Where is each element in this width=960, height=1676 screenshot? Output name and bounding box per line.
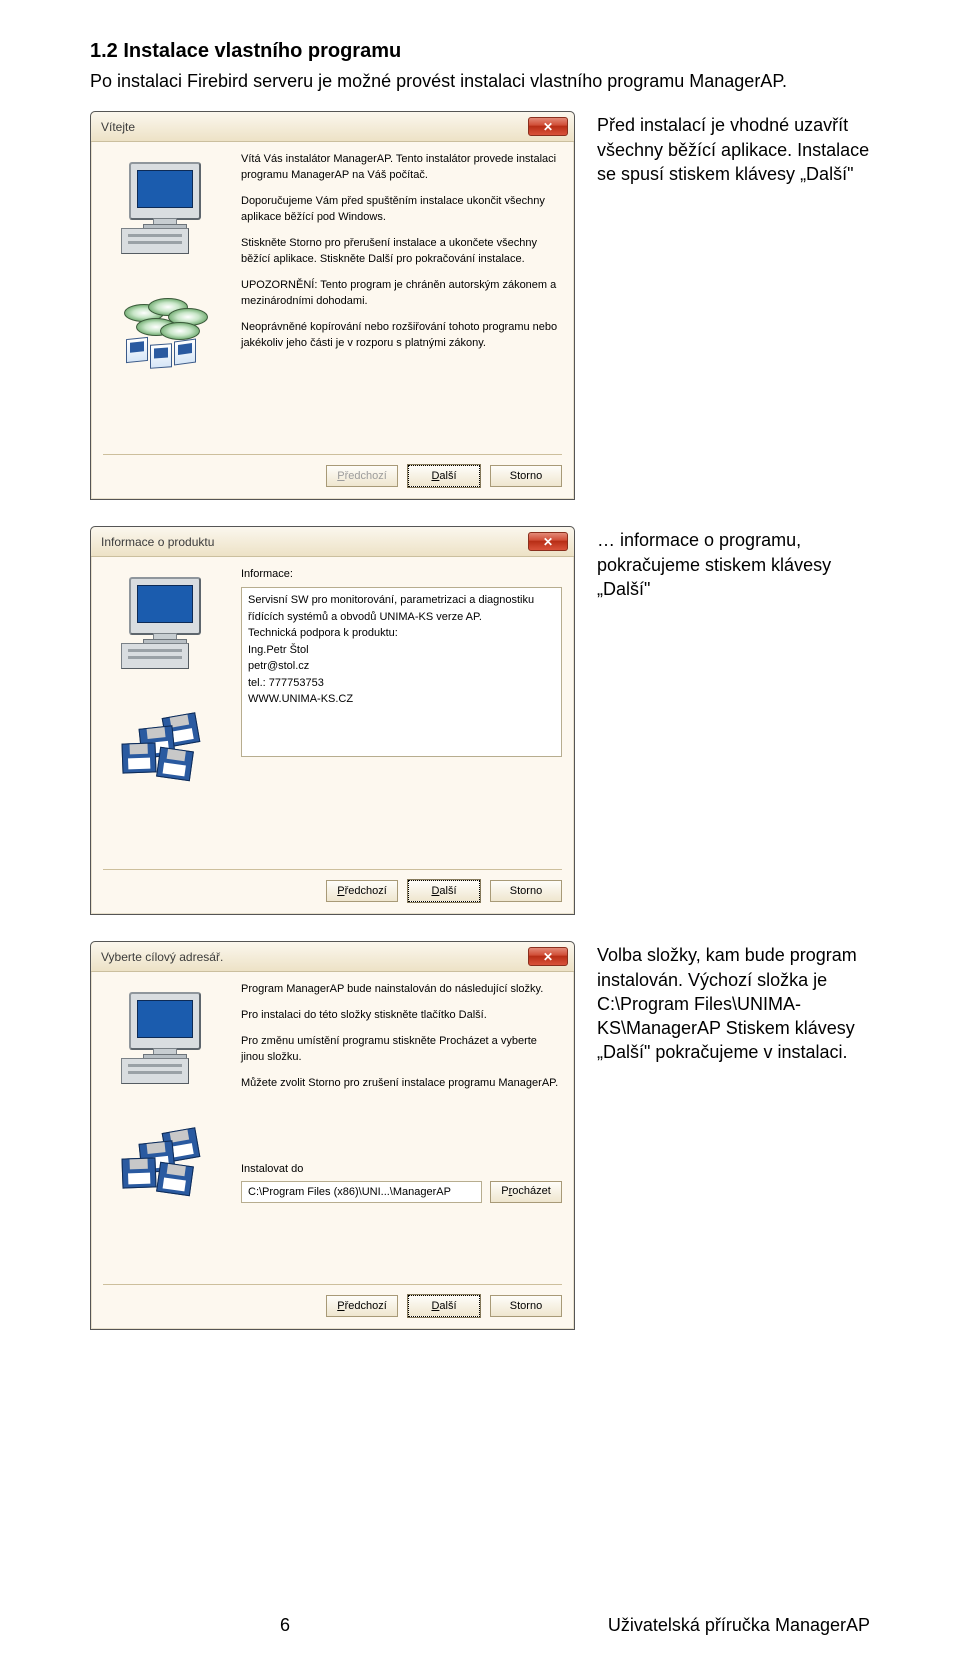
- cd-pile-icon: [122, 298, 212, 378]
- prev-button: Předchozí: [326, 465, 398, 487]
- dialog-title: Vyberte cílový adresář.: [101, 950, 528, 964]
- prev-button[interactable]: Předchozí: [326, 880, 398, 902]
- step-caption: Volba složky, kam bude program instalová…: [597, 941, 870, 1064]
- dest-text: Pro změnu umístění programu stiskněte Pr…: [241, 1034, 562, 1066]
- titlebar: Vítejte ✕: [91, 112, 574, 142]
- page-number: 6: [90, 1615, 480, 1636]
- titlebar: Vyberte cílový adresář. ✕: [91, 942, 574, 972]
- dialog-button-row: Předchozí Další Storno: [91, 455, 574, 499]
- step-caption: … informace o programu, pokračujeme stis…: [597, 526, 870, 601]
- install-to-label: Instalovat do: [241, 1162, 482, 1178]
- section-heading: 1.2 Instalace vlastního programu: [90, 40, 870, 63]
- next-button[interactable]: Další: [408, 880, 480, 902]
- close-icon[interactable]: ✕: [528, 532, 568, 551]
- computer-icon: [119, 988, 215, 1088]
- cancel-button[interactable]: Storno: [490, 880, 562, 902]
- installer-dialog-welcome: Vítejte ✕ Vítá Vás instalátor ManagerAP.…: [90, 111, 575, 500]
- dest-text: Pro instalaci do této složky stiskněte t…: [241, 1008, 562, 1024]
- installer-dialog-destination: Vyberte cílový adresář. ✕ Program Manage…: [90, 941, 575, 1330]
- next-button[interactable]: Další: [408, 465, 480, 487]
- step-caption: Před instalací je vhodné uzavřít všechny…: [597, 111, 870, 186]
- info-textbox[interactable]: Servisní SW pro monitorování, parametriz…: [241, 587, 562, 757]
- floppy-pile-icon: [122, 713, 212, 793]
- step-row-1: Vítejte ✕ Vítá Vás instalátor ManagerAP.…: [90, 111, 870, 500]
- page-footer: 6 Uživatelská příručka ManagerAP: [90, 1615, 870, 1636]
- browse-button[interactable]: Procházet: [490, 1181, 562, 1203]
- computer-icon: [119, 573, 215, 673]
- info-label: Informace:: [241, 567, 562, 583]
- doc-title-footer: Uživatelská příručka ManagerAP: [480, 1615, 870, 1636]
- cancel-button[interactable]: Storno: [490, 465, 562, 487]
- install-path-field[interactable]: C:\Program Files (x86)\UNI...\ManagerAP: [241, 1181, 482, 1203]
- close-icon[interactable]: ✕: [528, 947, 568, 966]
- dialog-button-row: Předchozí Další Storno: [91, 1285, 574, 1329]
- titlebar: Informace o produktu ✕: [91, 527, 574, 557]
- next-button[interactable]: Další: [408, 1295, 480, 1317]
- step-row-2: Informace o produktu ✕ Informace: Se: [90, 526, 870, 915]
- close-icon[interactable]: ✕: [528, 117, 568, 136]
- step-row-3: Vyberte cílový adresář. ✕ Program Manage…: [90, 941, 870, 1330]
- dest-text: Můžete zvolit Storno pro zrušení instala…: [241, 1076, 562, 1092]
- computer-icon: [119, 158, 215, 258]
- floppy-pile-icon: [122, 1128, 212, 1208]
- dialog-title: Informace o produktu: [101, 535, 528, 549]
- cancel-button[interactable]: Storno: [490, 1295, 562, 1317]
- dialog-title: Vítejte: [101, 120, 528, 134]
- installer-dialog-info: Informace o produktu ✕ Informace: Se: [90, 526, 575, 915]
- dest-text: Program ManagerAP bude nainstalován do n…: [241, 982, 562, 998]
- dialog-button-row: Předchozí Další Storno: [91, 870, 574, 914]
- prev-button[interactable]: Předchozí: [326, 1295, 398, 1317]
- dialog-body-text: Vítá Vás instalátor ManagerAP. Tento ins…: [231, 152, 562, 444]
- intro-paragraph: Po instalaci Firebird serveru je možné p…: [90, 69, 870, 93]
